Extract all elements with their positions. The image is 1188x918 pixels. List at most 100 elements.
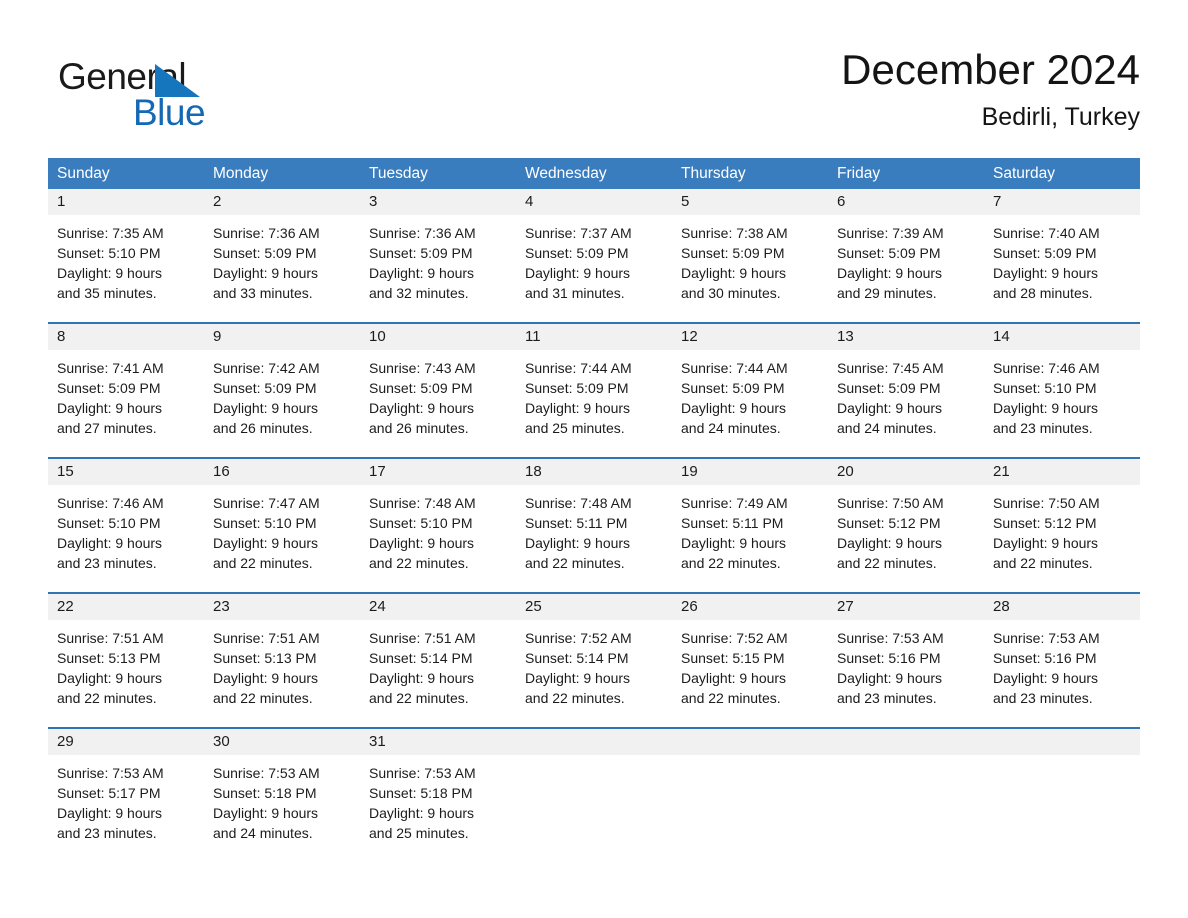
daylight-text-line2: and 23 minutes.	[57, 555, 157, 571]
calendar-day-cell[interactable]: 2 Sunrise: 7:36 AM Sunset: 5:09 PM Daylight…	[204, 189, 360, 322]
calendar-day-cell[interactable]: 30 Sunrise: 7:53 AM Sunset: 5:18 PM Dayligh…	[204, 729, 360, 862]
sunset-text: Sunset: 5:17 PM	[57, 785, 161, 801]
calendar-day-cell[interactable]: 31 Sunrise: 7:53 AM Sunset: 5:18 PM Dayligh…	[360, 729, 516, 862]
day-details: Sunrise: 7:36 AM Sunset: 5:09 PM Daylight:…	[204, 215, 360, 303]
day-number-band: 28	[984, 594, 1140, 620]
calendar-day-cell[interactable]: 28 Sunrise: 7:53 AM Sunset: 5:16 PM Dayligh…	[984, 594, 1140, 727]
calendar-day-cell[interactable]: 27 Sunrise: 7:53 AM Sunset: 5:16 PM Dayligh…	[828, 594, 984, 727]
day-number: 9	[213, 328, 222, 345]
sunset-text: Sunset: 5:14 PM	[369, 650, 473, 666]
day-details: Sunrise: 7:46 AM Sunset: 5:10 PM Daylight:…	[984, 350, 1140, 438]
daylight-text-line2: and 23 minutes.	[993, 690, 1093, 706]
sunset-text: Sunset: 5:11 PM	[681, 515, 784, 531]
sunrise-text: Sunrise: 7:45 AM	[837, 360, 944, 376]
day-number-band: 2	[204, 189, 360, 215]
weekday-header-sunday: Sunday	[57, 165, 110, 182]
day-number-band: 30	[204, 729, 360, 755]
day-details: Sunrise: 7:37 AM Sunset: 5:09 PM Daylight:…	[516, 215, 672, 303]
day-number: 4	[525, 193, 534, 210]
calendar-day-cell[interactable]: 5 Sunrise: 7:38 AM Sunset: 5:09 PM Daylight…	[672, 189, 828, 322]
calendar-day-cell[interactable]: 20 Sunrise: 7:50 AM Sunset: 5:12 PM Dayligh…	[828, 459, 984, 592]
calendar-day-cell[interactable]: 1 Sunrise: 7:35 AM Sunset: 5:10 PM Daylight…	[48, 189, 204, 322]
daylight-text-line2: and 22 minutes.	[213, 555, 313, 571]
calendar-day-cell[interactable]: 3 Sunrise: 7:36 AM Sunset: 5:09 PM Daylight…	[360, 189, 516, 322]
day-number-band: 5	[672, 189, 828, 215]
day-number: 15	[57, 463, 74, 480]
day-number-band: 20	[828, 459, 984, 485]
day-number-band: 3	[360, 189, 516, 215]
calendar-day-cell[interactable]: 19 Sunrise: 7:49 AM Sunset: 5:11 PM Dayligh…	[672, 459, 828, 592]
day-number-band: 21	[984, 459, 1140, 485]
sunset-text: Sunset: 5:10 PM	[213, 515, 317, 531]
calendar-day-cell[interactable]: 15 Sunrise: 7:46 AM Sunset: 5:10 PM Dayligh…	[48, 459, 204, 592]
day-details: Sunrise: 7:50 AM Sunset: 5:12 PM Daylight:…	[828, 485, 984, 573]
day-number-band: 23	[204, 594, 360, 620]
sunset-text: Sunset: 5:16 PM	[993, 650, 1097, 666]
calendar-day-cell[interactable]: 23 Sunrise: 7:51 AM Sunset: 5:13 PM Dayligh…	[204, 594, 360, 727]
calendar-day-cell[interactable]: 29 Sunrise: 7:53 AM Sunset: 5:17 PM Dayligh…	[48, 729, 204, 862]
sunrise-text: Sunrise: 7:53 AM	[993, 630, 1100, 646]
day-details: Sunrise: 7:53 AM Sunset: 5:18 PM Daylight:…	[360, 755, 516, 843]
day-number-band: 8	[48, 324, 204, 350]
day-number-band: 19	[672, 459, 828, 485]
calendar-day-cell[interactable]: 4 Sunrise: 7:37 AM Sunset: 5:09 PM Daylight…	[516, 189, 672, 322]
calendar-day-cell[interactable]: 14 Sunrise: 7:46 AM Sunset: 5:10 PM Dayligh…	[984, 324, 1140, 457]
sunrise-text: Sunrise: 7:47 AM	[213, 495, 320, 511]
calendar-day-cell[interactable]: 18 Sunrise: 7:48 AM Sunset: 5:11 PM Dayligh…	[516, 459, 672, 592]
sunrise-text: Sunrise: 7:51 AM	[57, 630, 164, 646]
daylight-text-line1: Daylight: 9 hours	[369, 535, 475, 551]
day-details: Sunrise: 7:42 AM Sunset: 5:09 PM Daylight:…	[204, 350, 360, 438]
sunrise-text: Sunrise: 7:38 AM	[681, 225, 788, 241]
sunset-text: Sunset: 5:09 PM	[369, 245, 473, 261]
day-number: 3	[369, 193, 378, 210]
sunrise-text: Sunrise: 7:48 AM	[525, 495, 632, 511]
sunset-text: Sunset: 5:13 PM	[213, 650, 317, 666]
day-number-band	[828, 729, 984, 755]
day-number: 14	[993, 328, 1010, 345]
calendar-day-cell[interactable]: 12 Sunrise: 7:44 AM Sunset: 5:09 PM Dayligh…	[672, 324, 828, 457]
day-details: Sunrise: 7:38 AM Sunset: 5:09 PM Daylight:…	[672, 215, 828, 303]
sunset-text: Sunset: 5:09 PM	[993, 245, 1097, 261]
sunset-text: Sunset: 5:09 PM	[681, 245, 785, 261]
daylight-text-line2: and 30 minutes.	[681, 285, 781, 301]
calendar-day-cell[interactable]: 11 Sunrise: 7:44 AM Sunset: 5:09 PM Dayligh…	[516, 324, 672, 457]
sunset-text: Sunset: 5:09 PM	[525, 380, 629, 396]
calendar-week-row: 29 Sunrise: 7:53 AM Sunset: 5:17 PM Dayligh…	[48, 727, 1140, 862]
calendar-day-cell[interactable]: 9 Sunrise: 7:42 AM Sunset: 5:09 PM Daylight…	[204, 324, 360, 457]
day-number-band: 13	[828, 324, 984, 350]
page-header: General Blue December 2024 Bedirli, Turk…	[48, 44, 1140, 149]
calendar-day-cell[interactable]: 7 Sunrise: 7:40 AM Sunset: 5:09 PM Daylight…	[984, 189, 1140, 322]
daylight-text-line2: and 23 minutes.	[837, 690, 937, 706]
day-details: Sunrise: 7:44 AM Sunset: 5:09 PM Daylight:…	[516, 350, 672, 438]
page-title: December 2024	[841, 46, 1140, 93]
daylight-text-line1: Daylight: 9 hours	[213, 535, 319, 551]
sunrise-text: Sunrise: 7:43 AM	[369, 360, 476, 376]
calendar-day-cell[interactable]: 21 Sunrise: 7:50 AM Sunset: 5:12 PM Dayligh…	[984, 459, 1140, 592]
calendar-day-cell[interactable]: 8 Sunrise: 7:41 AM Sunset: 5:09 PM Daylight…	[48, 324, 204, 457]
day-number: 30	[213, 733, 230, 750]
sunset-text: Sunset: 5:09 PM	[681, 380, 785, 396]
calendar-day-cell[interactable]: 13 Sunrise: 7:45 AM Sunset: 5:09 PM Dayligh…	[828, 324, 984, 457]
calendar-day-cell[interactable]: 26 Sunrise: 7:52 AM Sunset: 5:15 PM Dayligh…	[672, 594, 828, 727]
calendar-day-cell[interactable]: 17 Sunrise: 7:48 AM Sunset: 5:10 PM Dayligh…	[360, 459, 516, 592]
day-details: Sunrise: 7:52 AM Sunset: 5:14 PM Daylight:…	[516, 620, 672, 708]
calendar-day-cell[interactable]: 16 Sunrise: 7:47 AM Sunset: 5:10 PM Dayligh…	[204, 459, 360, 592]
day-number: 19	[681, 463, 698, 480]
calendar-day-cell[interactable]: 24 Sunrise: 7:51 AM Sunset: 5:14 PM Dayligh…	[360, 594, 516, 727]
day-details: Sunrise: 7:46 AM Sunset: 5:10 PM Daylight:…	[48, 485, 204, 573]
sunrise-text: Sunrise: 7:53 AM	[213, 765, 320, 781]
day-number: 20	[837, 463, 854, 480]
daylight-text-line1: Daylight: 9 hours	[525, 670, 631, 686]
day-details: Sunrise: 7:51 AM Sunset: 5:13 PM Daylight:…	[204, 620, 360, 708]
daylight-text-line1: Daylight: 9 hours	[837, 535, 943, 551]
day-number-band: 17	[360, 459, 516, 485]
weekday-header-wednesday: Wednesday	[525, 165, 607, 182]
daylight-text-line2: and 24 minutes.	[213, 825, 313, 841]
calendar-day-cell[interactable]: 6 Sunrise: 7:39 AM Sunset: 5:09 PM Daylight…	[828, 189, 984, 322]
calendar-day-cell[interactable]: 22 Sunrise: 7:51 AM Sunset: 5:13 PM Dayligh…	[48, 594, 204, 727]
daylight-text-line2: and 22 minutes.	[213, 690, 313, 706]
calendar-day-cell[interactable]: 10 Sunrise: 7:43 AM Sunset: 5:09 PM Dayligh…	[360, 324, 516, 457]
calendar-day-cell[interactable]: 25 Sunrise: 7:52 AM Sunset: 5:14 PM Dayligh…	[516, 594, 672, 727]
sunrise-text: Sunrise: 7:53 AM	[369, 765, 476, 781]
day-number-band: 11	[516, 324, 672, 350]
